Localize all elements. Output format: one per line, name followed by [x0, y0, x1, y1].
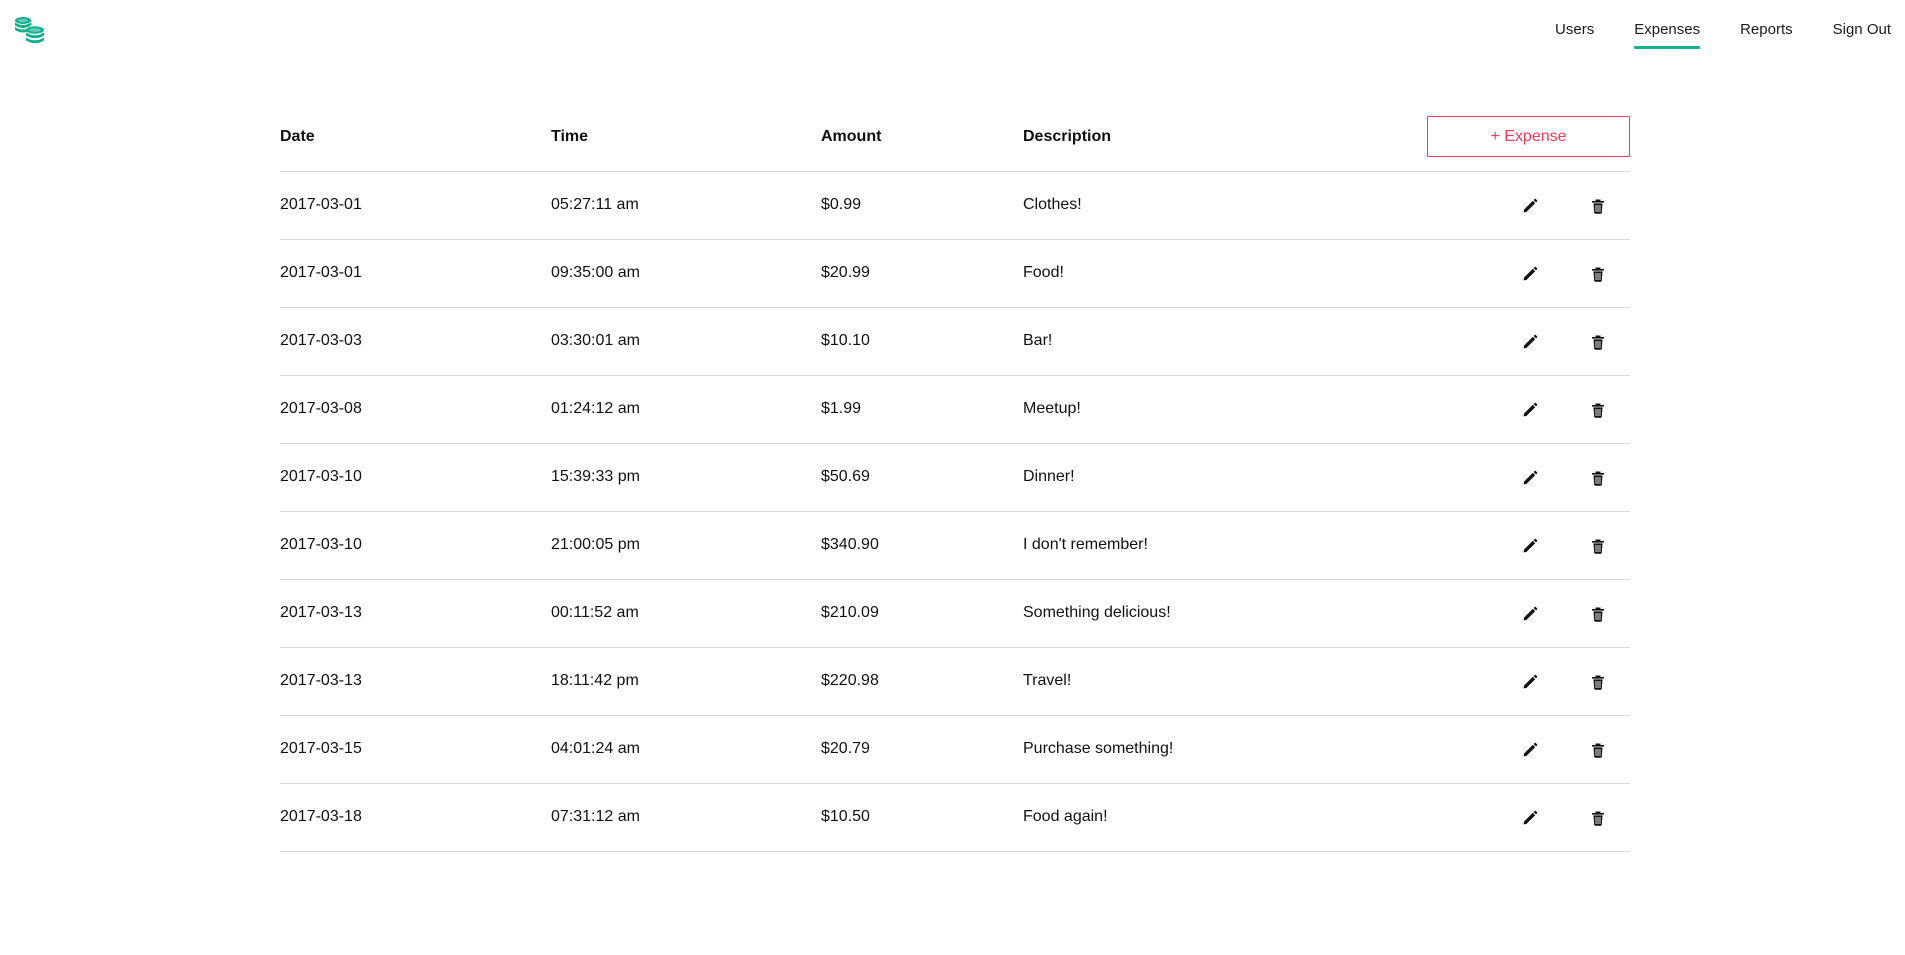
pencil-icon[interactable]	[1521, 333, 1539, 351]
add-expense-button[interactable]: + Expense	[1427, 116, 1630, 157]
cell-time: 01:24:12 am	[551, 400, 640, 417]
cell-description: Something delicious!	[1023, 604, 1171, 621]
table-row: 2017-03-03 03:30:01 am $10.10 Bar!	[280, 308, 1630, 376]
cell-time: 05:27:11 am	[551, 196, 639, 213]
coins-stack-icon[interactable]	[14, 16, 46, 46]
table-header: Date Time Amount Description + Expense	[280, 114, 1630, 172]
pencil-icon[interactable]	[1521, 605, 1539, 623]
cell-date: 2017-03-15	[280, 740, 362, 757]
table-row: 2017-03-18 07:31:12 am $10.50 Food again…	[280, 784, 1630, 852]
nav-expenses[interactable]: Expenses	[1634, 0, 1700, 52]
cell-amount: $50.69	[821, 468, 870, 485]
cell-time: 00:11:52 am	[551, 604, 639, 621]
trash-icon[interactable]	[1589, 809, 1607, 827]
nav-sign-out[interactable]: Sign Out	[1833, 0, 1891, 52]
cell-time: 15:39:33 pm	[551, 468, 640, 485]
cell-date: 2017-03-01	[280, 196, 362, 213]
table-row: 2017-03-08 01:24:12 am $1.99 Meetup!	[280, 376, 1630, 444]
trash-icon[interactable]	[1589, 401, 1607, 419]
cell-date: 2017-03-01	[280, 264, 362, 281]
cell-date: 2017-03-13	[280, 604, 362, 621]
cell-description: Bar!	[1023, 332, 1053, 349]
cell-description: I don't remember!	[1023, 536, 1148, 553]
trash-icon[interactable]	[1589, 605, 1607, 623]
cell-description: Purchase something!	[1023, 740, 1174, 757]
cell-amount: $340.90	[821, 536, 879, 553]
cell-time: 18:11:42 pm	[551, 672, 639, 689]
cell-amount: $20.79	[821, 740, 870, 757]
cell-amount: $220.98	[821, 672, 879, 689]
cell-date: 2017-03-08	[280, 400, 362, 417]
cell-date: 2017-03-18	[280, 808, 362, 825]
cell-date: 2017-03-10	[280, 468, 362, 485]
cell-description: Clothes!	[1023, 196, 1082, 213]
cell-description: Food!	[1023, 264, 1064, 281]
nav-users[interactable]: Users	[1555, 0, 1594, 52]
table-row: 2017-03-13 00:11:52 am $210.09 Something…	[280, 580, 1630, 648]
trash-icon[interactable]	[1589, 673, 1607, 691]
expenses-table: Date Time Amount Description + Expense 2…	[280, 114, 1630, 852]
cell-time: 04:01:24 am	[551, 740, 640, 757]
table-row: 2017-03-13 18:11:42 pm $220.98 Travel!	[280, 648, 1630, 716]
trash-icon[interactable]	[1589, 741, 1607, 759]
cell-time: 21:00:05 pm	[551, 536, 640, 553]
trash-icon[interactable]	[1589, 469, 1607, 487]
cell-description: Dinner!	[1023, 468, 1075, 485]
pencil-icon[interactable]	[1521, 809, 1539, 827]
table-row: 2017-03-01 05:27:11 am $0.99 Clothes!	[280, 172, 1630, 240]
trash-icon[interactable]	[1589, 265, 1607, 283]
cell-date: 2017-03-03	[280, 332, 362, 349]
pencil-icon[interactable]	[1521, 673, 1539, 691]
cell-description: Meetup!	[1023, 400, 1081, 417]
table-row: 2017-03-01 09:35:00 am $20.99 Food!	[280, 240, 1630, 308]
table-row: 2017-03-15 04:01:24 am $20.79 Purchase s…	[280, 716, 1630, 784]
header-time: Time	[551, 128, 589, 145]
top-navbar: Users Expenses Reports Sign Out	[0, 0, 1905, 62]
trash-icon[interactable]	[1589, 333, 1607, 351]
cell-time: 09:35:00 am	[551, 264, 640, 281]
table-row: 2017-03-10 21:00:05 pm $340.90 I don't r…	[280, 512, 1630, 580]
pencil-icon[interactable]	[1521, 401, 1539, 419]
pencil-icon[interactable]	[1521, 469, 1539, 487]
pencil-icon[interactable]	[1521, 197, 1539, 215]
cell-amount: $10.50	[821, 808, 870, 825]
trash-icon[interactable]	[1589, 197, 1607, 215]
cell-date: 2017-03-10	[280, 536, 362, 553]
cell-amount: $0.99	[821, 196, 862, 213]
nav-reports[interactable]: Reports	[1740, 0, 1793, 52]
cell-amount: $1.99	[821, 400, 862, 417]
header-date: Date	[280, 128, 315, 145]
main-nav: Users Expenses Reports Sign Out	[1555, 0, 1905, 62]
header-amount: Amount	[821, 128, 882, 145]
pencil-icon[interactable]	[1521, 741, 1539, 759]
cell-amount: $210.09	[821, 604, 879, 621]
table-body: 2017-03-01 05:27:11 am $0.99 Clothes! 20…	[280, 172, 1630, 852]
header-description: Description	[1023, 128, 1112, 145]
cell-description: Food again!	[1023, 808, 1108, 825]
trash-icon[interactable]	[1589, 537, 1607, 555]
table-row: 2017-03-10 15:39:33 pm $50.69 Dinner!	[280, 444, 1630, 512]
cell-amount: $20.99	[821, 264, 870, 281]
cell-description: Travel!	[1023, 672, 1072, 689]
cell-amount: $10.10	[821, 332, 870, 349]
pencil-icon[interactable]	[1521, 265, 1539, 283]
pencil-icon[interactable]	[1521, 537, 1539, 555]
cell-time: 07:31:12 am	[551, 808, 640, 825]
cell-date: 2017-03-13	[280, 672, 362, 689]
cell-time: 03:30:01 am	[551, 332, 640, 349]
